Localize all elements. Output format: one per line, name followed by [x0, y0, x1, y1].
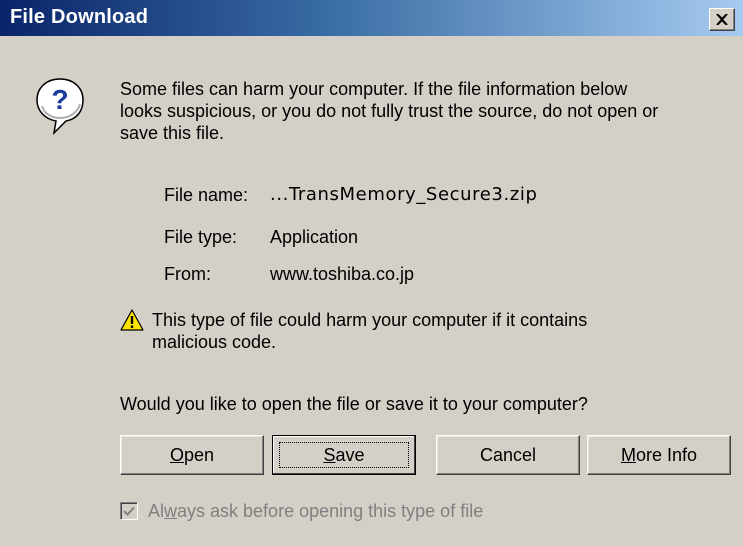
save-button[interactable]: Save — [272, 435, 416, 475]
file-source-value: www.toshiba.co.jp — [270, 264, 415, 284]
warning-line-1: Some files can harm your computer. If th… — [120, 79, 628, 99]
always-ask-label-post: ays ask before opening this type of file — [177, 501, 484, 521]
more-info-button-label: ore Info — [635, 444, 698, 465]
cancel-button-label: Cancel — [479, 444, 537, 465]
always-ask-label: Always ask before opening this type of f… — [148, 500, 483, 522]
svg-text:?: ? — [51, 84, 68, 115]
file-source-label: From: — [164, 264, 211, 284]
always-ask-label-mnemonic: w — [164, 501, 178, 521]
warning-icon — [120, 309, 144, 331]
caution-line-2: malicious code. — [152, 332, 277, 352]
close-icon — [716, 14, 728, 25]
caution-line-1: This type of file could harm your comput… — [152, 310, 588, 330]
open-button[interactable]: Open — [120, 435, 264, 475]
download-prompt: Would you like to open the file or save … — [120, 394, 588, 414]
caution-message: This type of file could harm your comput… — [152, 309, 692, 353]
open-button-mnemonic: O — [169, 444, 184, 465]
warning-line-3: save this file. — [120, 123, 225, 143]
warning-line-2: looks suspicious, or you do not fully tr… — [120, 101, 659, 121]
focus-ring — [279, 442, 409, 468]
file-name-label: File name: — [164, 185, 249, 205]
warning-message: Some files can harm your computer. If th… — [120, 78, 710, 144]
question-icon: ? — [36, 78, 84, 136]
file-type-value: Application — [270, 227, 359, 247]
always-ask-checkbox — [120, 502, 138, 520]
cancel-button[interactable]: Cancel — [436, 435, 580, 475]
file-name-value: ...TransMemory_Secure3.zip — [270, 184, 538, 205]
open-button-label: pen — [183, 444, 215, 465]
file-download-dialog: File Download ? Some files can harm your… — [0, 0, 743, 546]
file-type-label: File type: — [164, 227, 238, 247]
always-ask-label-pre: Al — [148, 501, 165, 521]
title-bar[interactable]: File Download — [0, 0, 743, 36]
check-icon — [123, 506, 135, 516]
more-info-button[interactable]: More Info — [587, 435, 731, 475]
dialog-title: File Download — [10, 6, 149, 28]
close-button[interactable] — [709, 8, 735, 31]
always-ask-option: Always ask before opening this type of f… — [120, 500, 483, 522]
more-info-button-mnemonic: M — [620, 444, 636, 465]
